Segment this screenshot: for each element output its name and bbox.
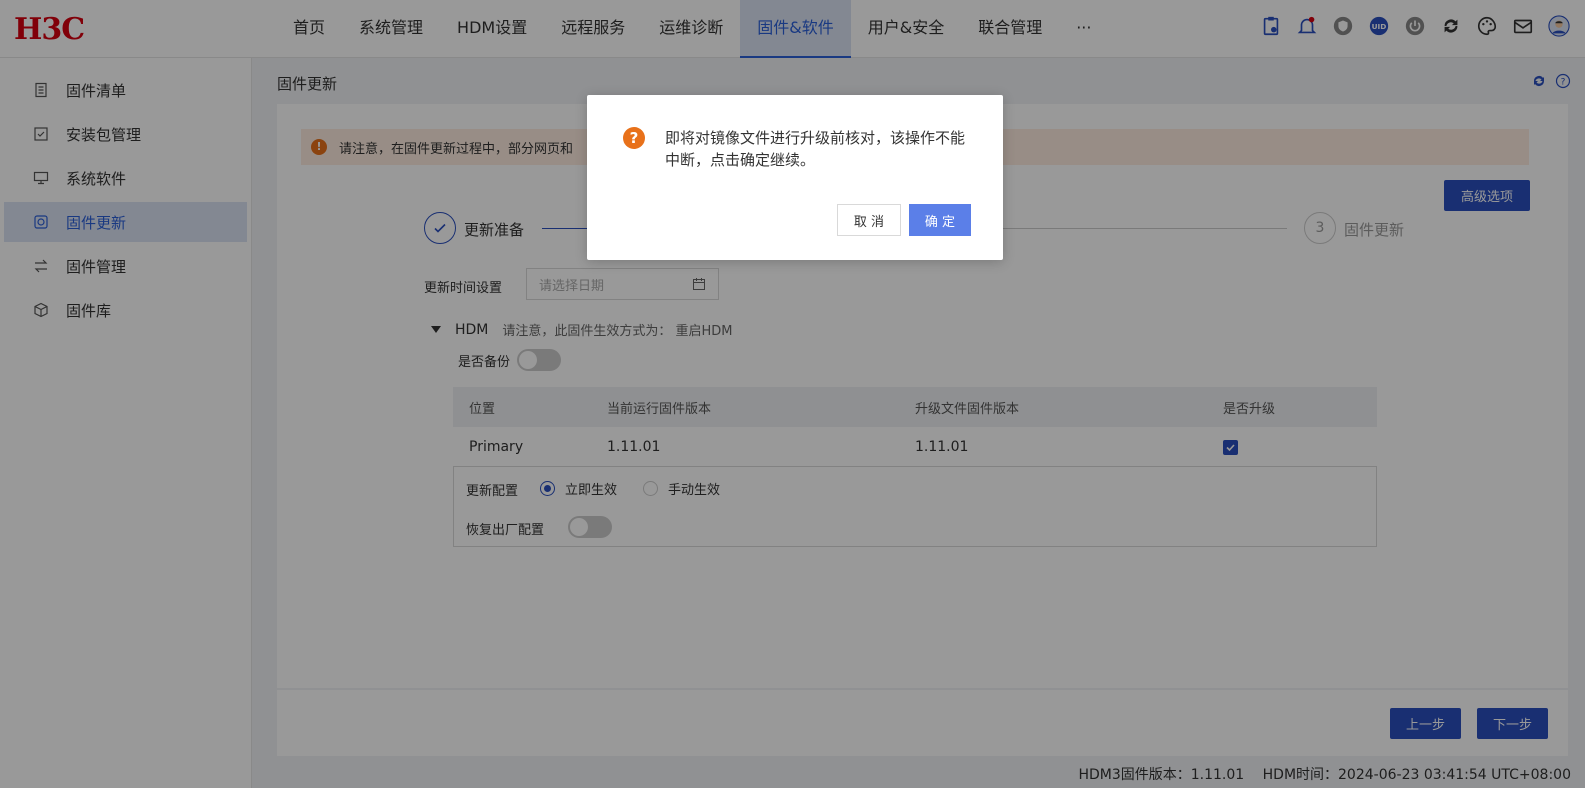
confirm-dialog: ? 即将对镜像文件进行升级前核对，该操作不能中断，点击确定继续。 取 消 确 定 [587, 95, 1003, 260]
dialog-message: 即将对镜像文件进行升级前核对，该操作不能中断，点击确定继续。 [665, 129, 966, 169]
cancel-button[interactable]: 取 消 [837, 204, 901, 236]
question-icon: ? [623, 127, 645, 149]
confirm-button[interactable]: 确 定 [909, 204, 971, 236]
